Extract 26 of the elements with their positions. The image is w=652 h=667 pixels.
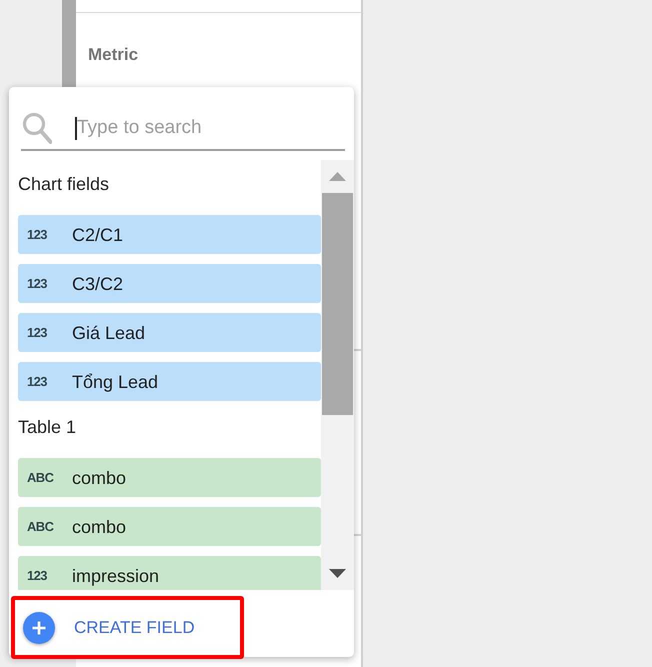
data-type-icon: 123	[27, 276, 54, 292]
plus-icon	[22, 610, 56, 644]
data-type-icon: 123	[27, 324, 54, 340]
section-label: Metric	[88, 45, 138, 64]
field-item[interactable]: ABC combo	[18, 507, 321, 546]
field-item[interactable]: ABC combo	[18, 458, 321, 497]
field-item[interactable]: 123 impression	[18, 556, 321, 590]
text-cursor-icon	[75, 116, 77, 140]
field-item[interactable]: 123 C3/C2	[18, 264, 321, 303]
scrollbar-thumb[interactable]	[322, 193, 353, 415]
scroll-down-arrow-icon	[329, 569, 346, 578]
data-type-icon: 123	[27, 226, 54, 242]
create-field-button[interactable]: CREATE FIELD	[15, 600, 195, 655]
field-item[interactable]: 123 Giá Lead	[18, 313, 321, 352]
section-heading: Table 1	[17, 416, 78, 439]
scrollbar[interactable]	[321, 160, 354, 590]
data-type-icon: ABC	[27, 518, 54, 534]
search-field[interactable]: Type to search	[77, 114, 345, 142]
data-type-icon: ABC	[27, 470, 54, 486]
search-icon	[22, 112, 52, 144]
field-item[interactable]: 123 C2/C1	[18, 215, 321, 254]
data-type-icon: 123	[27, 374, 54, 390]
scroll-up-arrow-icon	[329, 172, 346, 181]
section-heading: Chart fields	[17, 173, 110, 196]
field-item[interactable]: 123 Tổng Lead	[18, 362, 321, 401]
data-type-icon: 123	[27, 568, 54, 584]
